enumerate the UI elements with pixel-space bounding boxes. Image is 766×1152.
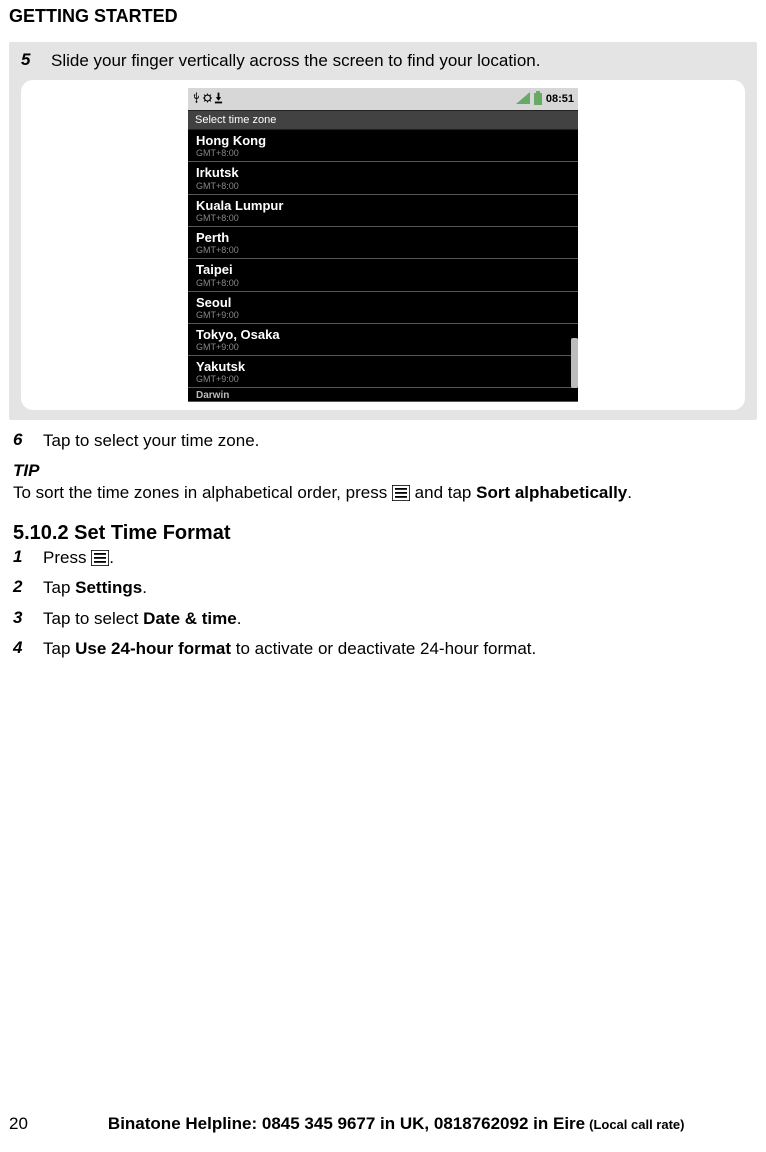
tz-offset: GMT+8:00: [196, 245, 570, 255]
phone-screenshot: 08:51 Select time zone Hong Kong GMT+8:0…: [188, 88, 578, 402]
tip-end: .: [627, 483, 632, 502]
step-5-text: Slide your finger vertically across the …: [51, 50, 745, 72]
tz-offset: GMT+9:00: [196, 342, 570, 352]
step-3-text: Tap to select Date & time.: [43, 608, 757, 630]
list-item[interactable]: Seoul GMT+9:00: [188, 292, 578, 324]
tz-offset: GMT+8:00: [196, 181, 570, 191]
tip-heading: TIP: [13, 461, 757, 481]
download-icon: [214, 92, 223, 107]
step-5: 5 Slide your finger vertically across th…: [21, 50, 745, 72]
status-time: 08:51: [546, 93, 574, 105]
section-heading: 5.10.2 Set Time Format: [13, 522, 757, 545]
step-1: 1 Press .: [13, 547, 757, 569]
list-item[interactable]: Yakutsk GMT+9:00: [188, 356, 578, 388]
s1-pre: Press: [43, 548, 91, 567]
tz-name: Seoul: [196, 296, 570, 310]
step-6: 6 Tap to select your time zone.: [13, 430, 757, 452]
helpline-text: Binatone Helpline: 0845 345 9677 in UK, …: [108, 1114, 585, 1134]
tz-name: Darwin: [196, 390, 570, 401]
s2-bold: Settings: [75, 578, 142, 597]
status-icons-left: [192, 92, 223, 107]
step-2-num: 2: [13, 577, 31, 599]
page-header: GETTING STARTED: [9, 6, 757, 27]
page-footer: 20 Binatone Helpline: 0845 345 9677 in U…: [0, 1114, 766, 1134]
status-icons-right: 08:51: [516, 91, 574, 108]
step-2: 2 Tap Settings.: [13, 577, 757, 599]
helpline-suffix: (Local call rate): [589, 1117, 684, 1132]
tip-pre: To sort the time zones in alphabetical o…: [13, 483, 392, 502]
s3-end: .: [237, 609, 242, 628]
step-4: 4 Tap Use 24-hour format to activate or …: [13, 638, 757, 660]
list-item[interactable]: Darwin: [188, 388, 578, 402]
tz-name: Kuala Lumpur: [196, 199, 570, 213]
tz-name: Tokyo, Osaka: [196, 328, 570, 342]
step-1-num: 1: [13, 547, 31, 569]
s3-bold: Date & time: [143, 609, 237, 628]
battery-icon: [533, 91, 543, 108]
tz-offset: GMT+8:00: [196, 213, 570, 223]
list-item[interactable]: Perth GMT+8:00: [188, 227, 578, 259]
tip-body: To sort the time zones in alphabetical o…: [13, 481, 757, 505]
s2-end: .: [142, 578, 147, 597]
list-item[interactable]: Irkutsk GMT+8:00: [188, 162, 578, 194]
step-6-text: Tap to select your time zone.: [43, 430, 757, 452]
tz-offset: GMT+8:00: [196, 278, 570, 288]
step-4-text: Tap Use 24-hour format to activate or de…: [43, 638, 757, 660]
status-bar: 08:51: [188, 88, 578, 110]
tz-name: Taipei: [196, 263, 570, 277]
tip-mid: and tap: [410, 483, 476, 502]
step-6-num: 6: [13, 430, 31, 452]
step-2-text: Tap Settings.: [43, 577, 757, 599]
list-item[interactable]: Hong Kong GMT+8:00: [188, 130, 578, 162]
step-4-num: 4: [13, 638, 31, 660]
tz-name: Perth: [196, 231, 570, 245]
s3-pre: Tap to select: [43, 609, 143, 628]
screenshot-frame: 08:51 Select time zone Hong Kong GMT+8:0…: [21, 80, 745, 410]
tz-name: Yakutsk: [196, 360, 570, 374]
s2-pre: Tap: [43, 578, 75, 597]
tip-bold: Sort alphabetically: [476, 483, 627, 502]
tz-name: Hong Kong: [196, 134, 570, 148]
gray-step-box: 5 Slide your finger vertically across th…: [9, 42, 757, 420]
step-1-text: Press .: [43, 547, 757, 569]
s4-bold: Use 24-hour format: [75, 639, 231, 658]
scrollbar-thumb[interactable]: [571, 338, 578, 388]
tz-offset: GMT+9:00: [196, 374, 570, 384]
debug-icon: [203, 92, 212, 107]
s1-end: .: [109, 548, 114, 567]
usb-icon: [192, 92, 201, 107]
page-number: 20: [9, 1114, 28, 1134]
tz-name: Irkutsk: [196, 166, 570, 180]
step-3: 3 Tap to select Date & time.: [13, 608, 757, 630]
s4-post: to activate or deactivate 24-hour format…: [231, 639, 536, 658]
list-item[interactable]: Taipei GMT+8:00: [188, 259, 578, 291]
signal-icon: [516, 92, 530, 107]
timezone-list[interactable]: Hong Kong GMT+8:00 Irkutsk GMT+8:00 Kual…: [188, 130, 578, 402]
s4-pre: Tap: [43, 639, 75, 658]
screen-title: Select time zone: [188, 110, 578, 130]
list-item[interactable]: Kuala Lumpur GMT+8:00: [188, 195, 578, 227]
list-item[interactable]: Tokyo, Osaka GMT+9:00: [188, 324, 578, 356]
tz-offset: GMT+8:00: [196, 148, 570, 158]
tz-offset: GMT+9:00: [196, 310, 570, 320]
menu-icon: [91, 550, 109, 566]
step-5-num: 5: [21, 50, 39, 72]
menu-icon: [392, 485, 410, 501]
step-3-num: 3: [13, 608, 31, 630]
